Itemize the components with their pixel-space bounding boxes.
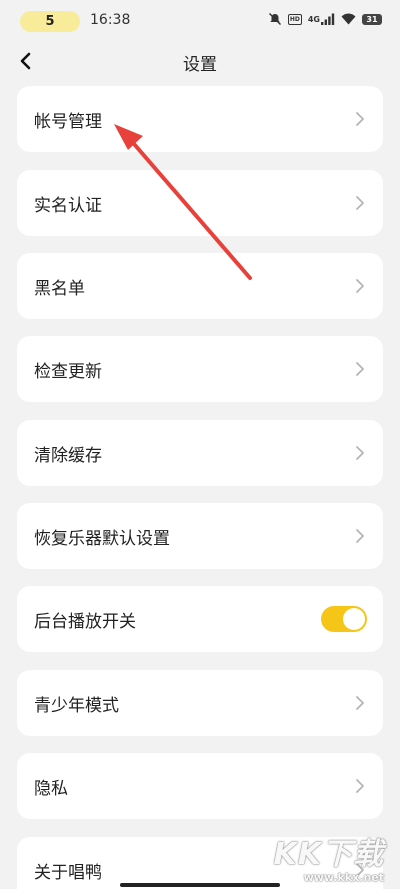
background-play-toggle[interactable] xyxy=(321,606,367,632)
settings-item-blacklist[interactable]: 黑名单 xyxy=(17,253,383,319)
settings-item-label: 后台播放开关 xyxy=(34,611,136,632)
settings-item-background-play: 后台播放开关 xyxy=(17,586,383,652)
chevron-right-icon xyxy=(356,362,364,376)
home-indicator xyxy=(120,883,280,887)
page-title: 设置 xyxy=(183,55,217,75)
wifi-icon xyxy=(341,13,356,25)
header: 设置 xyxy=(0,44,400,78)
hd-label: HD xyxy=(289,15,300,23)
settings-item-label: 恢复乐器默认设置 xyxy=(34,528,170,549)
hd-icon: HD xyxy=(287,13,302,25)
settings-item-label: 帐号管理 xyxy=(34,111,102,132)
settings-item-check-update[interactable]: 检查更新 xyxy=(17,336,383,402)
settings-item-teen-mode[interactable]: 青少年模式 xyxy=(17,670,383,736)
chevron-right-icon xyxy=(356,279,364,293)
status-bar: 5 16:38 HD 4G 31 xyxy=(0,0,400,44)
chevron-right-icon xyxy=(356,196,364,210)
battery-icon: 31 xyxy=(362,13,382,25)
settings-item-label: 实名认证 xyxy=(34,195,102,216)
settings-item-label: 隐私 xyxy=(34,778,68,799)
chevron-right-icon xyxy=(356,112,364,126)
settings-item-label: 关于唱鸭 xyxy=(34,862,102,883)
cellular-signal-icon: 4G xyxy=(308,13,335,25)
settings-item-real-name[interactable]: 实名认证 xyxy=(17,170,383,236)
status-badge-count: 5 xyxy=(45,14,55,29)
settings-item-privacy[interactable]: 隐私 xyxy=(17,753,383,819)
settings-item-label: 清除缓存 xyxy=(34,445,102,466)
settings-item-clear-cache[interactable]: 清除缓存 xyxy=(17,420,383,486)
settings-item-reset-instruments[interactable]: 恢复乐器默认设置 xyxy=(17,503,383,569)
status-icons: HD 4G 31 xyxy=(268,12,382,26)
battery-level: 31 xyxy=(366,14,378,24)
settings-item-account[interactable]: 帐号管理 xyxy=(17,86,383,152)
settings-item-label: 黑名单 xyxy=(34,278,85,299)
status-time: 16:38 xyxy=(90,12,131,28)
chevron-right-icon xyxy=(356,446,364,460)
chevron-right-icon xyxy=(356,779,364,793)
chevron-right-icon xyxy=(356,529,364,543)
watermark: KK下载 www.kkx.net xyxy=(274,829,385,884)
settings-item-label: 青少年模式 xyxy=(34,695,119,716)
network-type-label: 4G xyxy=(307,14,320,24)
toggle-knob xyxy=(343,608,365,630)
status-badge: 5 xyxy=(20,11,80,32)
settings-item-label: 检查更新 xyxy=(34,361,102,382)
chevron-right-icon xyxy=(356,696,364,710)
mute-icon xyxy=(268,12,282,26)
watermark-brand: KK下载 xyxy=(273,837,384,872)
